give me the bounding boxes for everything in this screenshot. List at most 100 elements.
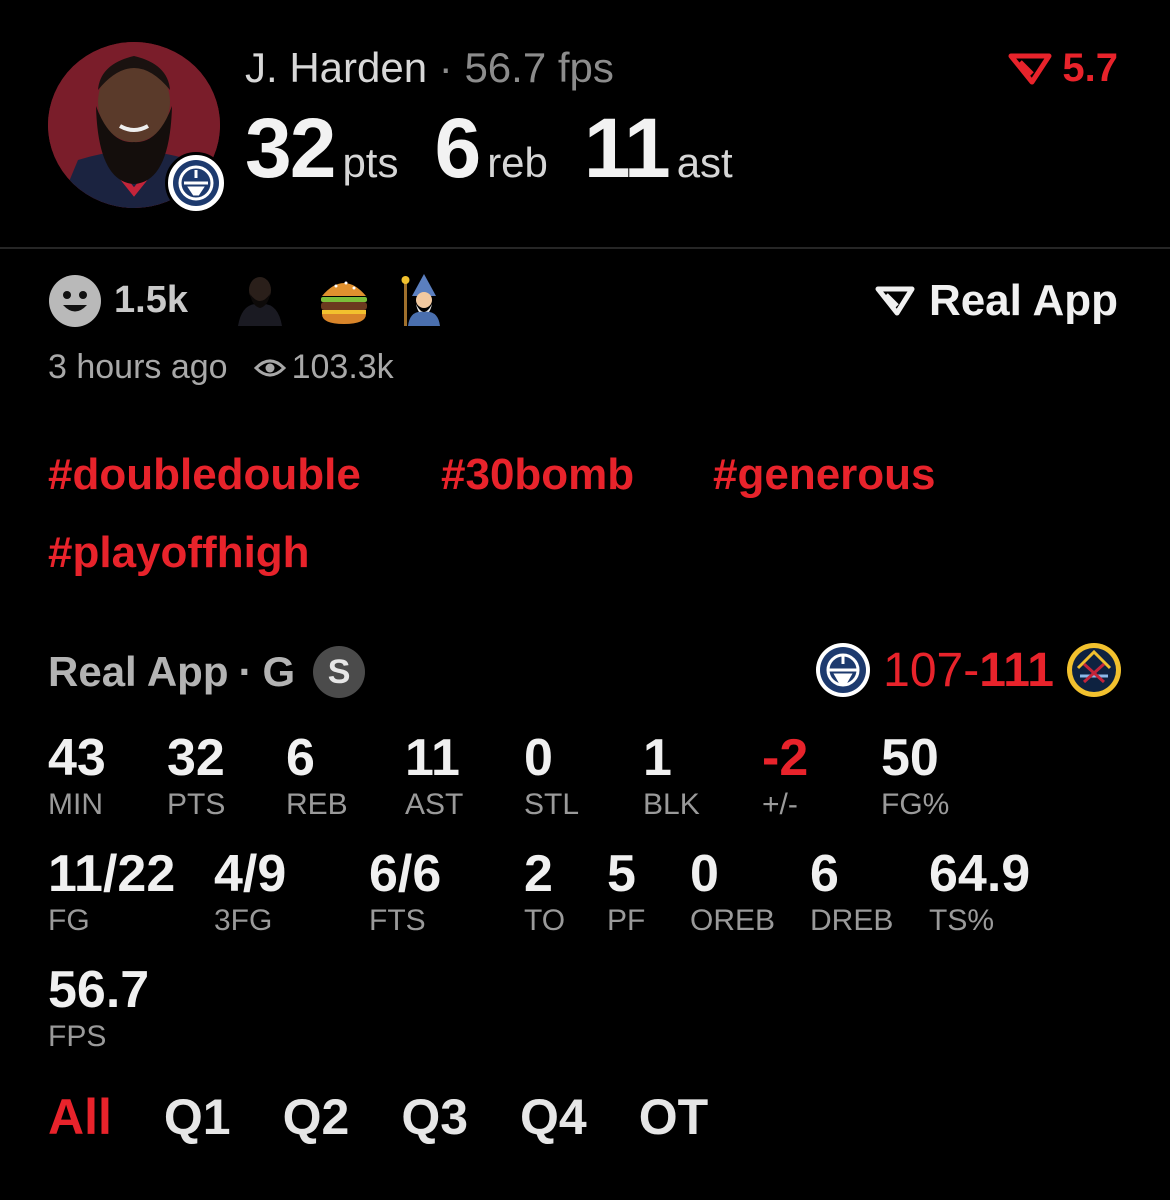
stat-fps-label: FPS [48, 1020, 107, 1053]
stat-reb-value: 6 [286, 729, 315, 787]
stat-to-value: 2 [524, 845, 553, 903]
stat-ast-value: 11 [405, 729, 460, 787]
stat-ast: 11 AST [405, 730, 463, 822]
tab-q4[interactable]: Q4 [520, 1088, 587, 1146]
headline-reb-value: 6 [434, 101, 481, 195]
stat-ts-pct-value: 64.9 [929, 845, 1031, 903]
stat-ts-pct-label: TS% [929, 904, 995, 937]
player-separator: · [438, 44, 453, 91]
stat-pf-value: 5 [607, 845, 636, 903]
tab-all[interactable]: All [48, 1088, 112, 1146]
game-separator: · [238, 648, 253, 695]
score-dash: - [963, 643, 980, 697]
stat-3fg: 4/9 3FG [214, 846, 286, 938]
stat-fg-pct-label: FG% [881, 788, 950, 821]
headline-reb-label: reb [487, 139, 548, 186]
real-logo-icon [1008, 53, 1052, 84]
post-meta: 3 hours ago 103.3k [48, 348, 394, 387]
starter-badge: S [313, 646, 366, 698]
stat-pf-label: PF [607, 904, 646, 937]
game-info: Real App · G S [48, 646, 366, 698]
headline-stats: 32 pts 6 reb 11 ast [245, 100, 769, 197]
tab-q1[interactable]: Q1 [164, 1088, 231, 1146]
hamburger-emoji-icon[interactable] [316, 272, 372, 328]
post-time: 3 hours ago [48, 348, 228, 386]
stat-fg-label: FG [48, 904, 90, 937]
reaction-count: 1.5k [114, 279, 188, 321]
home-score: 107 [883, 643, 964, 697]
person-avatar-emoji-icon[interactable] [232, 272, 288, 328]
stat-min-value: 43 [48, 729, 106, 787]
stat-fg-pct: 50 FG% [881, 730, 949, 822]
player-name[interactable]: J. Harden [245, 44, 427, 91]
eye-icon [253, 359, 286, 376]
brand-label: Real App [928, 276, 1118, 325]
stat-reb-label: REB [286, 788, 348, 821]
stat-fps: 56.7 FPS [48, 962, 149, 1054]
away-score: 111 [979, 643, 1054, 697]
smiley-reaction-icon[interactable] [48, 274, 102, 328]
stat-fts-label: FTS [369, 904, 426, 937]
stat-min: 43 MIN [48, 730, 106, 822]
rating-value: 5.7 [1062, 46, 1118, 90]
headline-pts-label: pts [342, 139, 399, 186]
headline-ast-label: ast [676, 139, 733, 186]
tab-q3[interactable]: Q3 [401, 1088, 468, 1146]
stat-pts-value: 32 [167, 729, 225, 787]
stat-pts: 32 PTS [167, 730, 225, 822]
hashtag-30bomb[interactable]: #30bomb [441, 450, 634, 500]
stat-blk: 1 BLK [643, 730, 700, 822]
player-position: G [262, 648, 296, 695]
stat-fg-value: 11/22 [48, 845, 176, 903]
stat-fts-value: 6/6 [369, 845, 442, 903]
stat-ts-pct: 64.9 TS% [929, 846, 1030, 938]
hashtag-doubledouble[interactable]: #doubledouble [48, 450, 361, 500]
tab-ot[interactable]: OT [639, 1088, 708, 1146]
stat-dreb-label: DREB [810, 904, 894, 937]
stat-oreb: 0 OREB [690, 846, 775, 938]
player-line: J. Harden · 56.7 fps [245, 44, 614, 92]
stat-oreb-label: OREB [690, 904, 776, 937]
stat-oreb-value: 0 [690, 845, 719, 903]
stat-to: 2 TO [524, 846, 565, 938]
stat-3fg-label: 3FG [214, 904, 273, 937]
game-score[interactable]: 107-111 [815, 642, 1122, 698]
stat-reb: 6 REB [286, 730, 348, 822]
stat-fts: 6/6 FTS [369, 846, 441, 938]
view-count: 103.3k [291, 348, 394, 386]
headline-pts-value: 32 [245, 101, 336, 195]
stat-3fg-value: 4/9 [214, 845, 287, 903]
nuggets-logo-icon [1067, 643, 1121, 697]
stat-stl-label: STL [524, 788, 580, 821]
stat-ast-label: AST [405, 788, 464, 821]
stat-blk-value: 1 [643, 729, 672, 787]
stat-dreb: 6 DREB [810, 846, 893, 938]
stat-stl-value: 0 [524, 729, 553, 787]
stat-plus-minus: -2 +/- [762, 730, 808, 822]
stat-dreb-value: 6 [810, 845, 839, 903]
stat-fg-pct-value: 50 [881, 729, 939, 787]
player-fps: 56.7 fps [464, 44, 614, 91]
clippers-logo-icon [816, 643, 871, 697]
stat-fps-value: 56.7 [48, 961, 150, 1019]
stat-stl: 0 STL [524, 730, 579, 822]
hashtag-generous[interactable]: #generous [713, 450, 936, 500]
stat-blk-label: BLK [643, 788, 700, 821]
real-logo-icon [875, 286, 915, 316]
wizard-emoji-icon[interactable] [396, 272, 452, 328]
stat-pts-label: PTS [167, 788, 226, 821]
tab-q2[interactable]: Q2 [283, 1088, 350, 1146]
headline-ast-value: 11 [583, 101, 671, 195]
team-badge-icon [165, 152, 227, 214]
stat-plus-minus-label: +/- [762, 788, 798, 821]
brand-link[interactable]: Real App [875, 276, 1118, 326]
period-tabs: All Q1 Q2 Q3 Q4 OT [48, 1088, 760, 1146]
stat-pf: 5 PF [607, 846, 645, 938]
league-name[interactable]: Real App [48, 648, 228, 696]
header-divider [0, 247, 1170, 249]
hashtag-playoffhigh[interactable]: #playoffhigh [48, 528, 310, 578]
stat-fg: 11/22 FG [48, 846, 175, 938]
stat-min-label: MIN [48, 788, 103, 821]
rating-badge[interactable]: 5.7 [1008, 46, 1118, 91]
stat-plus-minus-value: -2 [762, 729, 809, 787]
